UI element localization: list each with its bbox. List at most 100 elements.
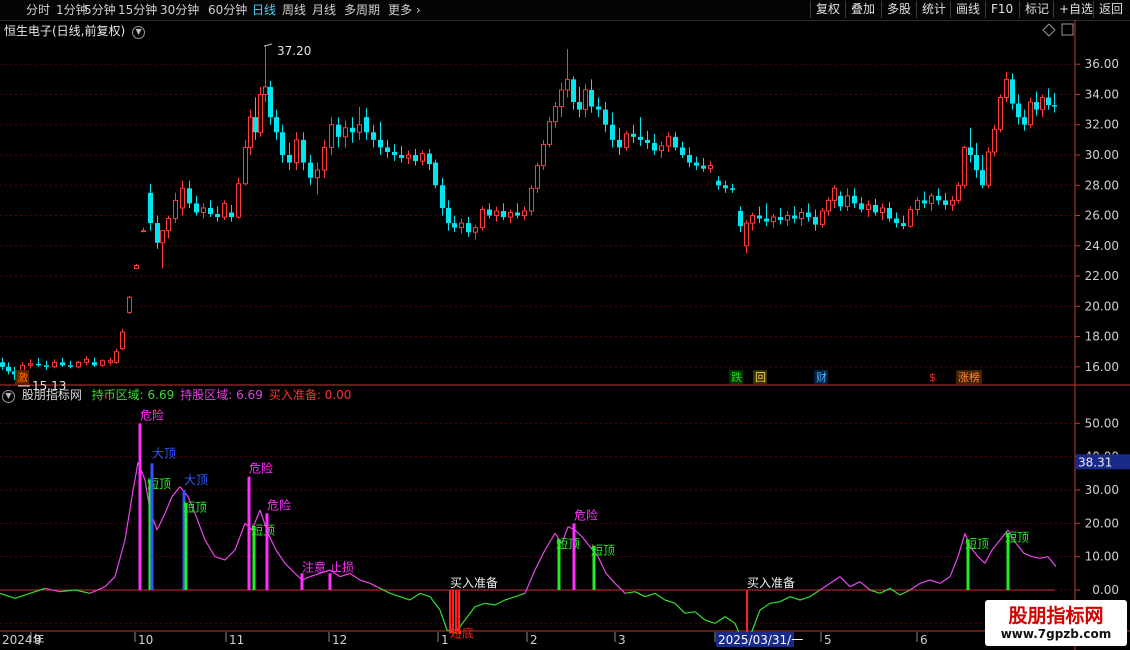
candle-body-114 [778,217,783,221]
candle-body-122 [832,187,837,201]
indicator-segment-60 [574,529,583,538]
candle-body-111 [757,215,762,219]
period-tab-5[interactable]: 60分钟 [208,2,247,18]
period-tab-9[interactable]: 多周期 [344,2,380,18]
period-tab-0[interactable]: 分时 [26,2,50,18]
signal-label-3: 大顶 [184,473,208,487]
indicator-segment-112 [1047,556,1057,568]
period-tab-10[interactable]: 更多 › [388,2,421,18]
candle-body-85 [577,102,582,110]
candle-body-109 [744,222,749,247]
x-axis-label-8: 2025/03/31/一 [718,633,803,647]
period-tab-3[interactable]: 15分钟 [118,2,157,18]
period-tab-2[interactable]: 5分钟 [84,2,116,18]
indicator-segment-52 [504,596,516,601]
signal-label-11: 危险 [574,507,598,522]
candle-body-88 [596,106,601,110]
indicator-segment-92 [879,587,891,594]
indicator-segment-67 [634,591,646,598]
candle-body-11 [84,358,89,363]
period-tab-4[interactable]: 30分钟 [160,2,199,18]
indicator-segment-49 [474,602,486,608]
chevron-down-icon[interactable]: ▼ [2,390,15,403]
indicator-segment-39 [379,587,391,594]
toolbar-button-5[interactable]: F10 [985,1,1018,18]
buy-ready-label-0: 买入准备 [450,576,498,590]
main-ytick-label-9: 18.00 [1085,330,1119,344]
toolbar-button-1[interactable]: 叠加 [845,1,880,18]
toolbar-button-3[interactable]: 统计 [916,1,951,18]
indicator-segment-38 [369,582,381,589]
candle-body-142 [968,147,973,155]
candle-body-47 [322,146,327,171]
candle-body-38 [263,86,268,95]
candle-body-118 [806,212,811,218]
toolbar-button-6[interactable]: 标记 [1019,1,1054,18]
candle-body-150 [1016,103,1021,118]
indicator-segment-89 [849,581,861,588]
candle-body-153 [1034,102,1039,110]
candle-body-61 [420,152,425,162]
toolbar-button-0[interactable]: 复权 [810,1,845,18]
candle-body-95 [645,139,650,143]
indicator-segment-37 [359,579,371,584]
toolbar-button-2[interactable]: 多股 [881,1,916,18]
x-axis-label-3: 11 [229,633,244,647]
candle-body-98 [666,136,671,147]
main-ytick-label-0: 36.00 [1085,57,1119,71]
indicator-segment-2 [29,587,46,594]
toolbar-button-8[interactable]: 返回 [1093,1,1128,18]
diamond-icon [1048,29,1056,37]
indicator-segment-100 [957,533,966,557]
candle-body-69 [473,227,478,233]
candle-body-94 [638,136,643,140]
candle-body-56 [385,147,390,152]
main-panel-title-row: 恒生电子(日线,前复权) ▼ [4,22,146,39]
candle-body-84 [571,79,576,103]
signal-label-10: 短顶 [556,537,580,551]
x-axis-label-9: 5 [824,633,832,647]
candle-body-120 [820,210,825,226]
indicator-segment-29 [284,562,296,574]
event-marker-5: 涨榜 [958,370,980,384]
indicator-segment-55 [534,549,546,571]
candle-body-30 [215,214,220,218]
indicator-segment-94 [899,589,911,596]
indicator-segment-85 [809,589,821,598]
indicator-segment-76 [724,616,736,624]
candle-body-45 [308,162,313,178]
high-price-label: 37.20 [277,44,311,58]
candle-body-20 [148,192,153,224]
indicator-legend: 持币区域: 6.69 持股区域: 6.69 买入准备: 0.00 [86,388,352,402]
candle-body-60 [413,155,418,162]
candle-body-90 [610,124,615,140]
legend-item-0: 持币区域: 6.69 [91,388,175,402]
candle-body-57 [392,151,397,155]
indicator-segment-22 [224,549,236,561]
signal-bar-0 [138,423,142,590]
candle-body-119 [813,217,818,225]
candle-body-46 [315,169,320,179]
candle-body-7 [52,361,57,368]
candle-body-52 [357,124,362,133]
candle-body-99 [673,136,678,148]
signal-label-5: 危险 [249,461,273,476]
candle-body-53 [364,117,369,133]
period-tab-7[interactable]: 周线 [282,2,306,18]
indicator-segment-8 [114,539,126,577]
candle-body-135 [922,200,927,204]
candle-body-131 [894,218,899,224]
toolbar-button-7[interactable]: +自选 [1053,1,1098,18]
toolbar-button-4[interactable]: 画线 [950,1,985,18]
indicator-segment-93 [889,587,901,596]
indicator-segment-16 [171,486,181,498]
candle-body-28 [201,207,206,213]
candle-body-106 [723,185,728,189]
period-tab-6[interactable]: 日线 [252,2,276,18]
signal-bar-8 [300,573,304,590]
candle-body-91 [617,139,622,148]
period-tab-1[interactable]: 1分钟 [56,2,88,18]
chevron-down-icon[interactable]: ▼ [132,26,146,39]
candle-body-1 [6,366,11,372]
period-tab-8[interactable]: 月线 [312,2,336,18]
